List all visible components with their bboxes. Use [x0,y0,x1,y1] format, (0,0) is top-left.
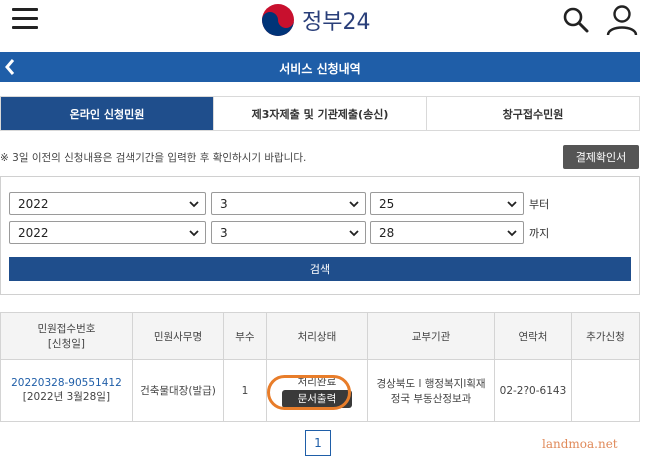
to-year-value: 2022 [18,225,49,240]
status-text: 처리완료 [297,375,337,388]
cell-copies: 1 [223,359,267,422]
cell-status: 처리완료 문서출력 [265,359,369,422]
chevron-down-icon [349,201,359,208]
to-day-value: 28 [379,225,395,240]
chevron-down-icon [507,230,517,237]
tab-third-party-submission[interactable]: 제3자제출 및 기관제출(송신) [214,97,427,130]
tab-bar: 온라인 신청민원 제3자제출 및 기관제출(송신) 창구접수민원 [0,96,640,131]
table-row: 20220328-90551412 [2022년 3월28일] 건축물대장(발급… [0,359,640,422]
from-label: 부터 [529,198,550,211]
cell-receipt: 20220328-90551412 [2022년 3월28일] [0,359,133,422]
cell-extra [571,359,640,422]
payment-receipt-button[interactable]: 결제확인서 [563,145,639,169]
to-label: 까지 [529,227,550,240]
to-month-select[interactable]: 3 [211,221,366,244]
column-header-copies: 부수 [223,312,267,360]
applications-table: 민원접수번호 [신청일] 민원사무명 부수 처리상태 교부기관 연락처 추가신청… [0,312,640,422]
cell-agency: 경상북도 l 행정복지l획재 정국 부동산정보과 [367,359,495,422]
from-day-value: 25 [379,196,395,211]
from-year-value: 2022 [18,196,49,211]
column-header-extra: 추가신청 [571,312,640,360]
date-search-panel: 2022 3 25 부터 2022 3 28 까지 검색 [0,176,640,295]
chevron-down-icon [349,230,359,237]
header-receipt-no: 민원접수번호 [37,323,96,335]
from-year-select[interactable]: 2022 [9,192,206,215]
search-notice: ※ 3일 이전의 신청내용은 검색기간을 입력한 후 확인하시기 바랍니다. [0,152,307,164]
top-header: 정부24 [0,0,650,50]
page-titlebar: 서비스 신청내역 [0,52,640,82]
watermark-text: landmoa.net [542,437,618,451]
from-month-value: 3 [220,196,228,211]
taegeuk-logo-icon [262,4,294,36]
logo-text: 정부24 [302,10,371,35]
from-day-select[interactable]: 25 [370,192,524,215]
cell-contact: 02-2?0-6143 [493,359,573,422]
agency-line-1: 경상북도 l 행정복지l획재 [376,377,486,390]
to-month-value: 3 [220,225,228,240]
page-title: 서비스 신청내역 [279,62,361,76]
column-header-agency: 교부기관 [367,312,495,360]
to-day-select[interactable]: 28 [370,221,524,244]
hamburger-icon[interactable] [12,8,38,34]
column-header-name: 민원사무명 [131,312,225,360]
tab-counter-applications[interactable]: 창구접수민원 [427,97,639,130]
header-receipt-date: [신청일] [47,338,86,350]
from-month-select[interactable]: 3 [211,192,366,215]
page-number-button[interactable]: 1 [305,430,331,456]
site-logo[interactable]: 정부24 [258,0,370,40]
column-header-contact: 연락처 [493,312,573,360]
agency-line-2: 정국 부동산정보과 [390,392,472,405]
search-button[interactable]: 검색 [9,257,631,281]
receipt-number-link[interactable]: 20220328-90551412 [1,377,132,389]
cell-name: 건축물대장(발급) [131,359,225,422]
column-header-receipt: 민원접수번호 [신청일] [0,312,133,360]
search-icon[interactable] [562,6,590,34]
table-header-row: 민원접수번호 [신청일] 민원사무명 부수 처리상태 교부기관 연락처 추가신청 [0,312,640,360]
receipt-date: [2022년 3월28일] [22,391,111,403]
tab-online-applications[interactable]: 온라인 신청민원 [1,97,214,130]
user-icon[interactable] [605,4,639,36]
print-document-button[interactable]: 문서출력 [281,389,352,408]
column-header-status: 처리상태 [265,312,369,360]
chevron-down-icon [507,201,517,208]
chevron-down-icon [189,201,199,208]
to-year-select[interactable]: 2022 [9,221,206,244]
chevron-down-icon [189,230,199,237]
